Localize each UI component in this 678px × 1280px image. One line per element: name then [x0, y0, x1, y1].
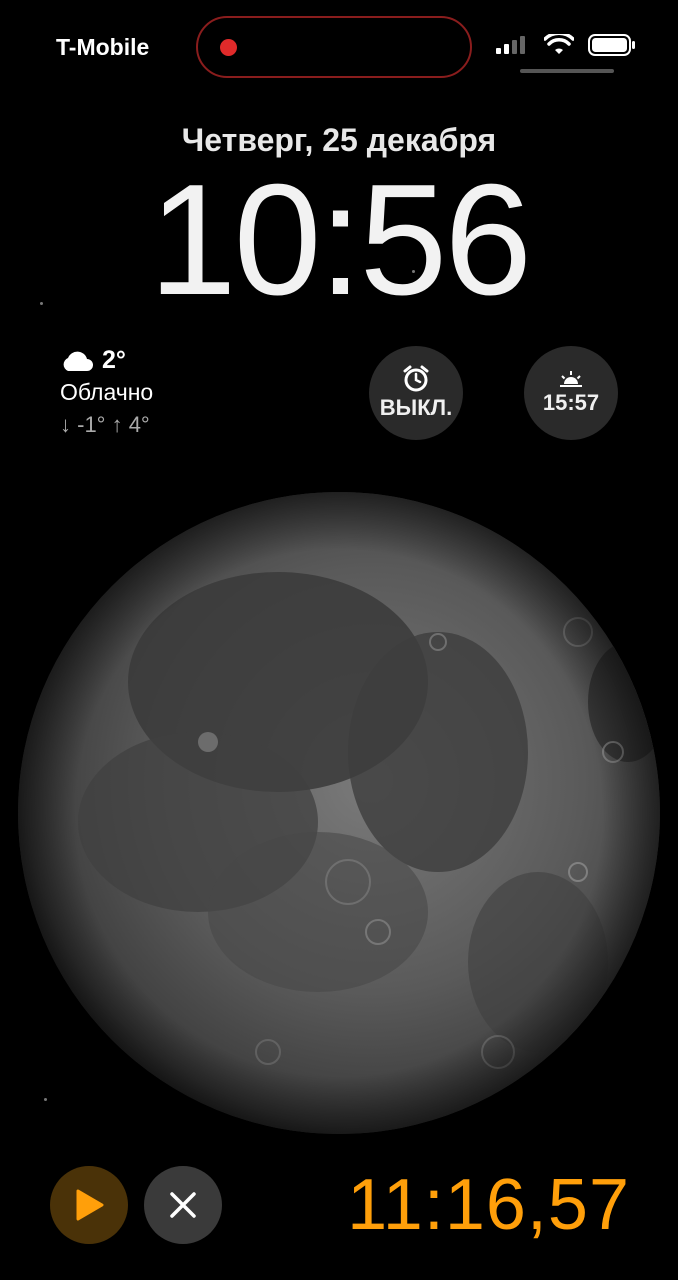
carrier-name: T-Mobile	[56, 34, 150, 60]
weather-range: ↓ -1° ↑ 4°	[60, 412, 150, 437]
alarm-clock-icon	[403, 365, 429, 392]
status-bar: T-Mobile	[0, 0, 678, 90]
weather-condition: Облачно	[60, 379, 154, 405]
dynamic-island[interactable]	[196, 16, 472, 78]
play-icon	[76, 1189, 104, 1221]
sunset-time: 15:57	[542, 390, 600, 415]
alarm-widget[interactable]: ВЫКЛ.	[369, 346, 463, 440]
star	[40, 302, 43, 305]
status-underline	[520, 69, 614, 73]
cloud-icon	[63, 351, 93, 371]
alarm-label: ВЫКЛ.	[379, 395, 453, 420]
weather-widget[interactable]: 2° Облачно ↓ -1° ↑ 4°	[60, 346, 153, 438]
close-icon	[170, 1192, 196, 1218]
moon-wallpaper	[18, 492, 660, 1134]
sunset-widget[interactable]: 15:57	[524, 346, 618, 440]
star	[412, 270, 415, 273]
cellular-signal-icon	[496, 36, 525, 54]
lock-clock[interactable]: 10:56	[0, 160, 678, 320]
recording-indicator	[220, 39, 237, 56]
sunset-icon	[560, 371, 582, 387]
timer-display: 11:16,57	[347, 1165, 630, 1245]
status-icons	[496, 34, 636, 56]
battery-icon	[588, 34, 635, 56]
wifi-icon	[544, 34, 574, 54]
play-button[interactable]	[50, 1166, 128, 1244]
close-button[interactable]	[144, 1166, 222, 1244]
weather-temperature: 2°	[102, 346, 126, 374]
